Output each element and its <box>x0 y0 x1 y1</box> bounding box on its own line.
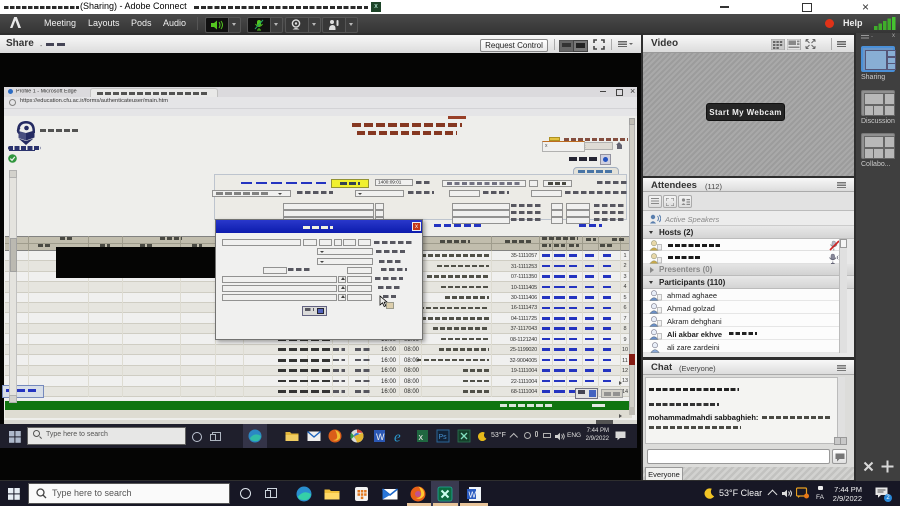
svg-text:W: W <box>469 491 477 500</box>
